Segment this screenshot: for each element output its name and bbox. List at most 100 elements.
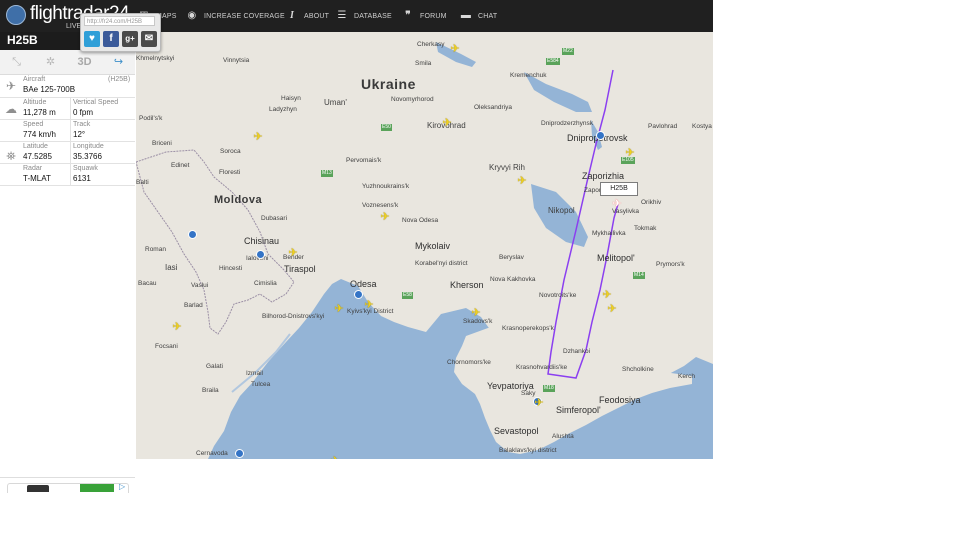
road-marker: M14 <box>633 272 645 279</box>
database-icon: ☰ <box>337 10 347 21</box>
radar-label: Radar <box>23 165 43 172</box>
city-label: Oleksandriya <box>474 104 512 111</box>
airport-marker[interactable] <box>596 131 605 140</box>
aircraft-marker[interactable]: ✈ <box>471 308 481 319</box>
altitude-row: ☁ Altitude 11,278 m Vertical Speed 0 fpm <box>0 98 135 120</box>
aircraft-marker[interactable]: ✈ <box>625 148 635 159</box>
aircraft-marker[interactable]: ✈ <box>450 44 460 55</box>
city-label: Vinnytsia <box>223 57 250 64</box>
city-label: Novomyrhorod <box>391 96 434 103</box>
city-label: Dubasari <box>261 215 288 222</box>
aircraft-marker[interactable]: ✈ <box>602 290 612 301</box>
aircraft-marker[interactable]: ✈ <box>253 132 263 143</box>
share-url-field[interactable]: http://fr24.com/H25B <box>84 16 155 26</box>
flight-map[interactable]: Ukraine Moldova Khmelnytskyi Vinnytsia C… <box>136 32 713 459</box>
aircraft-marker[interactable]: ✈ <box>288 248 298 259</box>
city-label: Floresti <box>219 169 241 176</box>
flight-toolbar: ⤡ ✲ 3D ↪ <box>0 50 135 75</box>
latitude-label: Latitude <box>23 143 48 150</box>
column-divider <box>70 120 71 141</box>
nav-increase-coverage[interactable]: ◉ INCREASE COVERAGE <box>186 0 285 32</box>
info-icon: i <box>289 10 295 21</box>
aircraft-marker[interactable]: ✈ <box>330 456 340 460</box>
city-label: Barlad <box>184 302 203 309</box>
city-label: Cernavoda <box>196 450 228 457</box>
aircraft-marker[interactable]: ✈ <box>172 322 182 333</box>
city-label: Voznesens'k <box>362 202 399 209</box>
email-share-button[interactable]: ✉ <box>141 31 157 47</box>
road-marker: E584 <box>546 58 560 65</box>
nav-database[interactable]: ☰ DATABASE <box>336 0 392 32</box>
ad-choices-icon[interactable]: ▷ <box>119 482 125 491</box>
airport-marker[interactable] <box>354 290 363 299</box>
city-label: Odesa <box>350 279 377 289</box>
aircraft-marker[interactable]: ✈ <box>364 300 374 311</box>
advertisement-banner[interactable]: ▷ <box>0 477 135 493</box>
google-plus-icon: g+ <box>125 34 135 43</box>
city-label: Simferopol' <box>556 405 601 415</box>
airport-marker[interactable] <box>188 230 197 239</box>
city-label: Zaporizhia <box>582 171 625 181</box>
city-label: Skadovs'k <box>463 318 493 325</box>
city-label: Sevastopol <box>494 426 539 436</box>
city-label: Cherkasy <box>417 41 445 48</box>
city-label: Briceni <box>152 140 172 147</box>
ad-green-button[interactable] <box>80 484 114 492</box>
city-label: Novotroits'ke <box>539 292 577 299</box>
airport-marker[interactable] <box>235 449 244 458</box>
selected-aircraft-marker[interactable]: ✈ <box>612 199 622 210</box>
aircraft-marker[interactable]: ✈ <box>334 304 344 315</box>
google-plus-share-button[interactable]: g+ <box>122 31 138 47</box>
route-icon: ⤡ <box>12 56 21 68</box>
latitude-value: 47.5285 <box>23 152 52 161</box>
city-label: Feodosiya <box>599 395 641 405</box>
city-label: Tiraspol <box>284 264 316 274</box>
city-label: Smila <box>415 60 432 67</box>
aircraft-value: BAe 125-700B <box>23 85 76 94</box>
country-label: Moldova <box>214 194 263 206</box>
route-button[interactable]: ⤡ <box>0 50 33 74</box>
city-label: Kremenchuk <box>510 72 547 79</box>
city-label: Krasnohvardiis'ke <box>516 364 568 371</box>
aircraft-row: ✈ Aircraft (H25B) BAe 125-700B <box>0 75 135 98</box>
nav-chat[interactable]: ▬ CHAT <box>460 0 497 32</box>
facebook-icon: f <box>109 33 113 44</box>
facebook-share-button[interactable]: f <box>103 31 119 47</box>
nav-forum[interactable]: ❞ FORUM <box>402 0 447 32</box>
chat-icon: ▬ <box>460 10 472 21</box>
airport-marker[interactable] <box>256 250 265 259</box>
center-icon: ✲ <box>45 56 56 68</box>
city-label: Tulcea <box>251 381 271 388</box>
track-label: Track <box>73 121 91 128</box>
city-label: Chisinau <box>244 236 280 246</box>
city-label: Orikhiv <box>641 199 662 206</box>
twitter-icon: ♥ <box>89 33 95 44</box>
squawk-label: Squawk <box>73 165 98 172</box>
nav-about[interactable]: i ABOUT <box>286 0 329 32</box>
center-button[interactable]: ✲ <box>34 50 67 74</box>
city-label: Mykolaiv <box>415 241 451 251</box>
city-label: Mykhailivka <box>592 230 626 237</box>
twitter-share-button[interactable]: ♥ <box>84 31 100 47</box>
longitude-value: 35.3766 <box>73 152 102 161</box>
column-divider <box>70 164 71 185</box>
city-label: Galati <box>206 363 223 370</box>
aircraft-marker[interactable]: ✈ <box>517 176 527 187</box>
aircraft-marker[interactable]: ✈ <box>380 212 390 223</box>
aircraft-marker[interactable]: ✈ <box>607 304 617 315</box>
position-row: ⛯ Latitude 47.5285 Longitude 35.3766 <box>0 142 135 164</box>
share-button[interactable]: ↪ <box>102 50 135 74</box>
aircraft-code: (H25B) <box>108 76 131 83</box>
3d-view-button[interactable]: 3D <box>68 50 101 74</box>
city-label: Pervomais'k <box>346 157 382 164</box>
selected-flight-label[interactable]: H25B <box>600 182 638 196</box>
city-label: Kostya <box>692 123 712 130</box>
track-value: 12° <box>73 130 86 139</box>
city-label: Izmail <box>246 370 263 377</box>
city-label: Podil's'k <box>139 115 163 122</box>
aircraft-marker[interactable]: ✈ <box>534 398 544 409</box>
aircraft-marker[interactable]: ✈ <box>442 118 452 129</box>
speed-value: 774 km/h <box>23 130 56 139</box>
city-label: Edinet <box>171 162 190 169</box>
city-label: Nikopol <box>548 206 575 215</box>
